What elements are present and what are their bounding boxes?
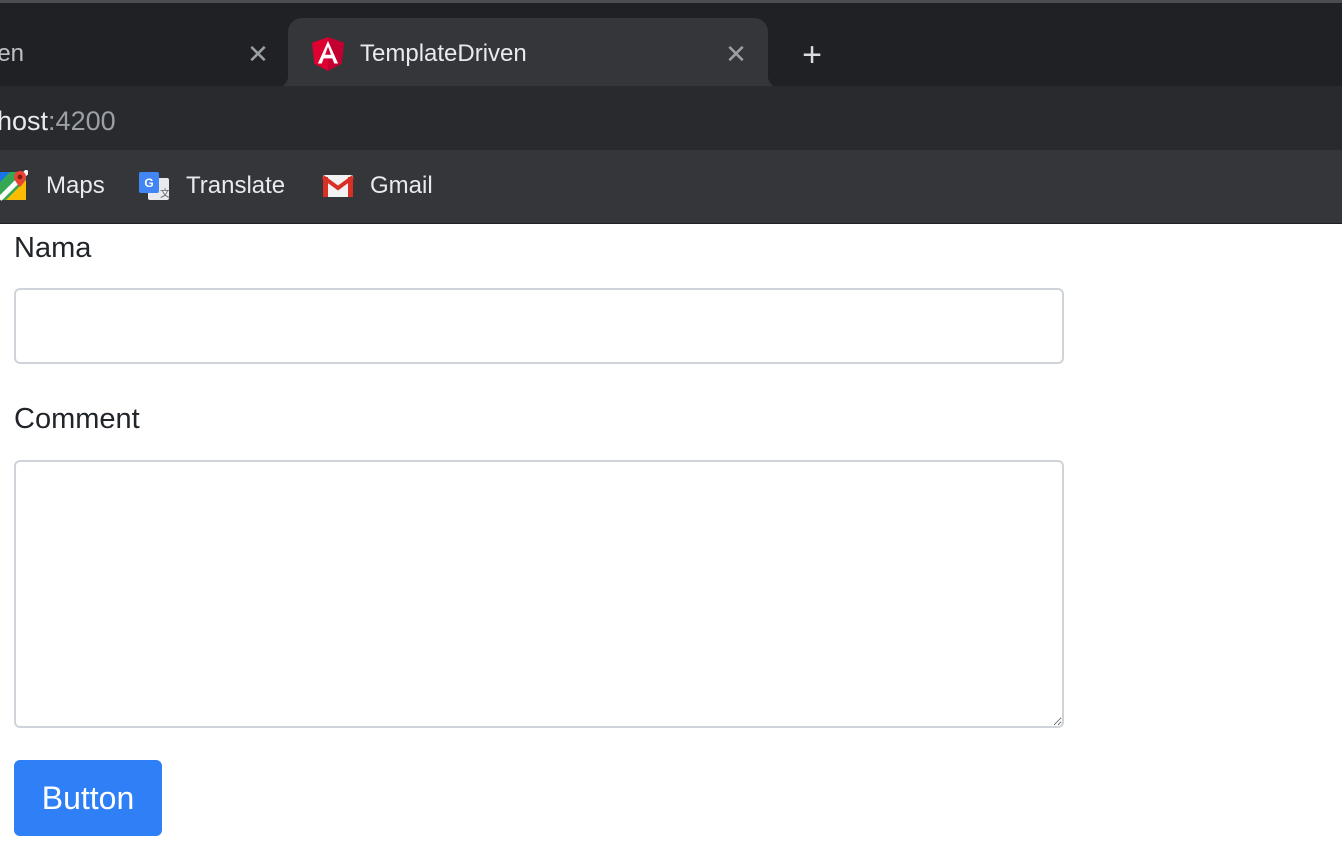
plus-icon: + [802,35,822,74]
gmail-icon [322,175,354,197]
bookmark-translate[interactable]: G 文 Translate [138,168,285,204]
browser-window: riven ✕ TemplateDriven ✕ + host:4200 [0,0,1342,862]
bookmark-label: Maps [46,172,105,199]
address-bar[interactable]: host:4200 [0,94,1342,142]
tab-title: TemplateDriven [360,40,527,67]
google-translate-icon: G 文 [139,172,170,200]
angular-icon [312,37,344,71]
browser-toolbar: host:4200 [0,86,1342,150]
close-icon[interactable]: ✕ [246,41,270,67]
bookmark-maps[interactable]: Maps [0,168,105,204]
tab-title: riven [0,40,25,67]
nama-input[interactable] [14,288,1064,364]
bookmarks-bar: Maps G 文 Translate Gmail [0,150,1342,224]
close-icon[interactable]: ✕ [724,41,748,67]
page-content: Nama Comment Button [0,224,1342,862]
google-maps-icon [0,170,28,201]
comment-textarea[interactable] [14,460,1064,728]
tab-templatedriven-active[interactable]: TemplateDriven ✕ [274,18,782,89]
comment-label: Comment [14,403,140,435]
bookmark-label: Gmail [370,172,433,199]
nama-label: Nama [14,232,92,264]
svg-text:文: 文 [160,187,170,200]
address-host: host [0,106,49,136]
address-port: :4200 [48,106,116,136]
address-text: host:4200 [0,106,116,137]
submit-button[interactable]: Button [14,760,162,836]
bookmark-label: Translate [186,172,286,199]
tab-templatedriven-inactive[interactable]: riven ✕ [0,18,287,89]
svg-text:G: G [144,176,153,190]
tab-strip: riven ✕ TemplateDriven ✕ + [0,0,1342,89]
bookmark-gmail[interactable]: Gmail [322,168,433,204]
new-tab-button[interactable]: + [796,36,828,74]
